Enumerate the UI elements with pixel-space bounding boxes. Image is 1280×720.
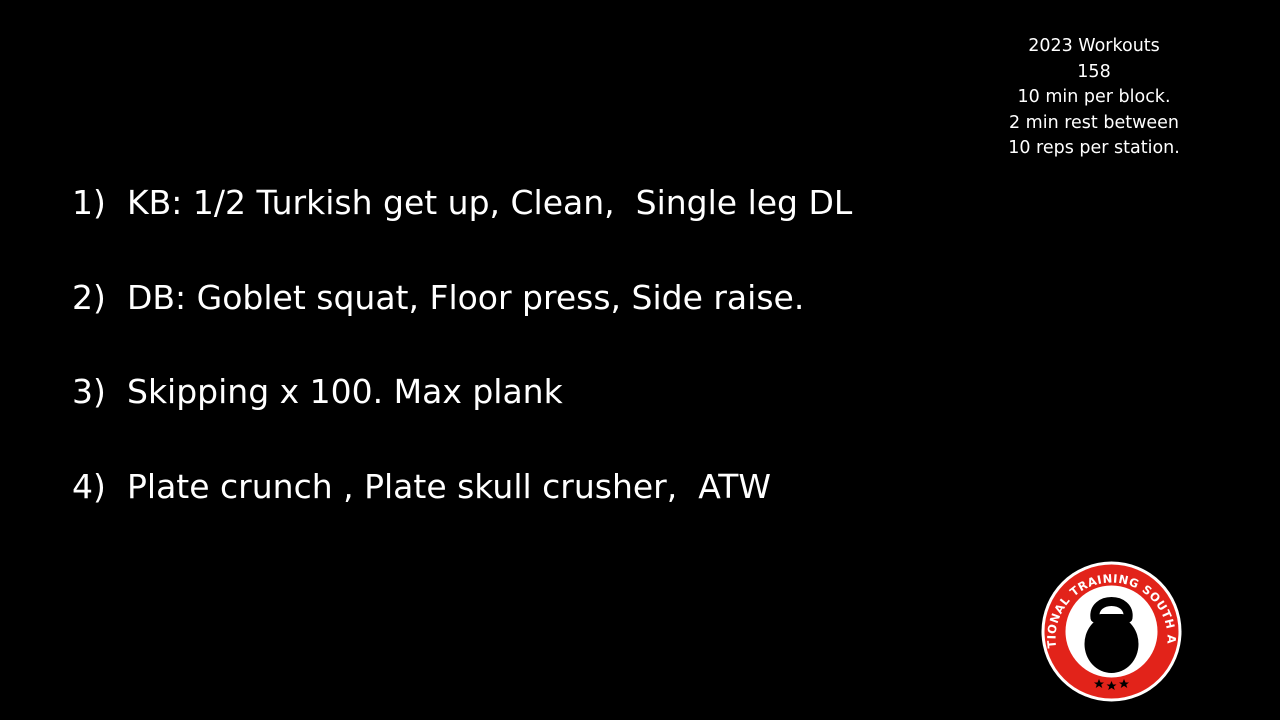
- workout-number: 3): [72, 372, 106, 411]
- workout-item: 3) Skipping x 100. Max plank: [72, 367, 852, 462]
- workout-number: 4): [72, 466, 106, 506]
- info-title: 2023 Workouts: [1028, 36, 1160, 56]
- functional-training-logo: FUNCTIONAL TRAINING SOUTH AFRICA: [1040, 560, 1182, 702]
- workout-number: 1): [72, 183, 106, 222]
- workout-item: 4) Plate crunch , Plate skull crusher, A…: [72, 462, 852, 557]
- workout-info: 2023 Workouts 158 10 min per block. 2 mi…: [980, 34, 1208, 162]
- workout-text: Skipping x 100. Max plank: [127, 372, 563, 411]
- info-reps: 10 reps per station.: [1008, 138, 1180, 158]
- workout-item: 2) DB: Goblet squat, Floor press, Side r…: [72, 273, 852, 368]
- workout-number: 2): [72, 277, 106, 317]
- workout-text: Plate crunch , Plate skull crusher, ATW: [127, 466, 772, 506]
- workout-list: 1) KB: 1/2 Turkish get up, Clean, Single…: [72, 178, 852, 556]
- workout-item: 1) KB: 1/2 Turkish get up, Clean, Single…: [72, 178, 852, 273]
- workout-text: KB: 1/2 Turkish get up, Clean, Single le…: [127, 183, 853, 222]
- info-rest: 2 min rest between: [1008, 112, 1180, 133]
- info-workout-number: 158: [1077, 61, 1111, 82]
- workout-text: DB: Goblet squat, Floor press, Side rais…: [127, 277, 805, 317]
- info-block-duration: 10 min per block.: [1017, 87, 1171, 107]
